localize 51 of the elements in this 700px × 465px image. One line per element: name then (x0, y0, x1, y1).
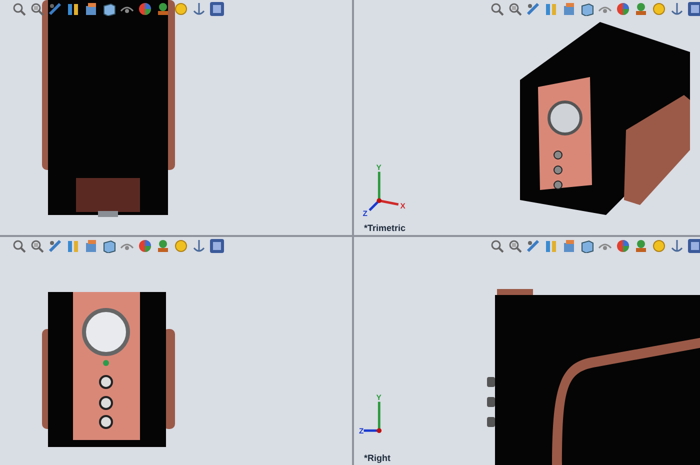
scene-icon[interactable] (156, 2, 170, 16)
zoom-area-icon[interactable] (30, 2, 44, 16)
previous-view-icon[interactable] (48, 2, 62, 16)
view-label: *Right (364, 453, 390, 463)
appearance-icon[interactable] (138, 2, 152, 16)
axis-label: Y (376, 162, 382, 172)
view-cube-icon[interactable] (688, 2, 700, 16)
zoom-area-icon[interactable] (508, 2, 522, 16)
axis-label: Y (376, 392, 382, 402)
display-style-icon[interactable] (580, 2, 594, 16)
appearance-icon[interactable] (616, 2, 630, 16)
appearance-icon[interactable] (138, 239, 152, 253)
view-cube-icon[interactable] (210, 2, 224, 16)
sun-icon[interactable] (174, 2, 188, 16)
axis-label: X (400, 201, 406, 210)
display-style-icon[interactable] (102, 239, 116, 253)
previous-view-icon[interactable] (526, 239, 540, 253)
view-cube-icon[interactable] (210, 239, 224, 253)
triad-origin-icon (376, 198, 382, 204)
previous-view-icon[interactable] (48, 239, 62, 253)
scene-icon[interactable] (634, 2, 648, 16)
sun-icon[interactable] (652, 239, 666, 253)
zoom-area-icon[interactable] (508, 239, 522, 253)
appearance-icon[interactable] (616, 239, 630, 253)
zoom-fit-icon[interactable] (12, 239, 26, 253)
display-style-icon[interactable] (580, 239, 594, 253)
viewport[interactable]: Y X Z *Trimetric (354, 0, 700, 235)
zoom-fit-icon[interactable] (12, 2, 26, 16)
viewport[interactable] (0, 237, 352, 465)
scene-icon[interactable] (156, 239, 170, 253)
axis-label: Z (358, 426, 364, 436)
view-label: *Trimetric (364, 223, 406, 233)
view-orientation-icon[interactable] (84, 2, 98, 16)
zoom-area-icon[interactable] (30, 239, 44, 253)
anchor-icon[interactable] (670, 2, 684, 16)
zoom-fit-icon[interactable] (490, 239, 504, 253)
anchor-icon[interactable] (192, 2, 206, 16)
view-cube-icon[interactable] (688, 239, 700, 253)
section-view-icon[interactable] (66, 2, 80, 16)
anchor-icon[interactable] (192, 239, 206, 253)
axis-label: Z (362, 209, 368, 218)
triad-origin-icon (376, 428, 382, 434)
sun-icon[interactable] (652, 2, 666, 16)
zoom-fit-icon[interactable] (490, 2, 504, 16)
sun-icon[interactable] (174, 239, 188, 253)
scene-icon[interactable] (634, 239, 648, 253)
previous-view-icon[interactable] (526, 2, 540, 16)
display-style-icon[interactable] (102, 2, 116, 16)
anchor-icon[interactable] (670, 239, 684, 253)
viewport[interactable] (0, 0, 352, 235)
viewport[interactable]: Y Z *Right (354, 237, 700, 465)
